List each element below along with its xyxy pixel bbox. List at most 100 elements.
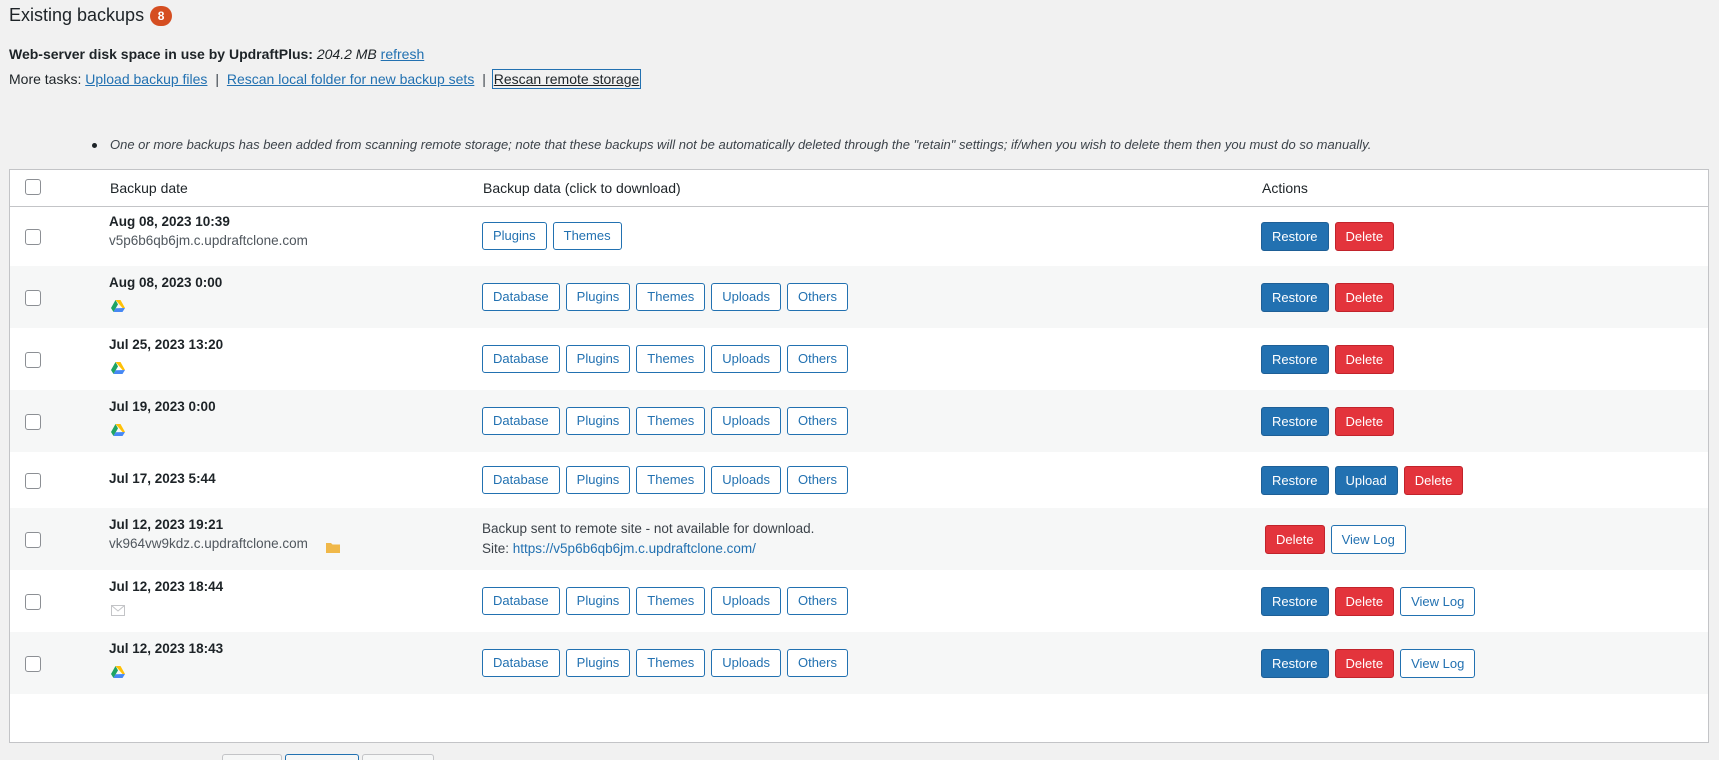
google-drive-icon <box>111 665 125 681</box>
rescan-local-folder-link[interactable]: Rescan local folder for new backup sets <box>227 71 474 87</box>
folder-icon <box>326 540 340 556</box>
download-database-button[interactable]: Database <box>482 407 560 435</box>
restore-button[interactable]: Restore <box>1261 345 1329 374</box>
download-others-button[interactable]: Others <box>786 407 848 435</box>
remote-backup-message: Backup sent to remote site - not availab… <box>482 519 814 559</box>
backup-data-buttons: Database Plugins Themes Uploads Others <box>482 649 848 677</box>
remote-site-line: Site: https://v5p6b6qb6jm.c.updraftclone… <box>482 539 814 559</box>
delete-button[interactable]: Delete <box>1334 587 1395 616</box>
view-log-button[interactable]: View Log <box>1400 587 1476 616</box>
download-database-button[interactable]: Database <box>482 466 560 494</box>
existing-backups-panel: Existing backups 8 Web-server disk space… <box>0 0 1719 760</box>
restore-button[interactable]: Restore <box>1261 466 1329 495</box>
download-themes-button[interactable]: Themes <box>552 222 622 250</box>
notice-text: One or more backups has been added from … <box>110 137 1372 152</box>
delete-button[interactable]: Delete <box>1334 649 1395 678</box>
email-icon <box>111 603 125 619</box>
row-select-checkbox[interactable] <box>25 532 41 548</box>
download-themes-button[interactable]: Themes <box>636 345 706 373</box>
restore-button[interactable]: Restore <box>1261 222 1329 251</box>
download-others-button[interactable]: Others <box>786 345 848 373</box>
backup-data-buttons: Database Plugins Themes Uploads Others <box>482 587 848 615</box>
rescan-remote-storage-link[interactable]: Rescan remote storage <box>491 69 642 89</box>
row-actions: Restore Upload Delete <box>1261 466 1464 495</box>
delete-button[interactable]: Delete <box>1334 222 1395 251</box>
download-database-button[interactable]: Database <box>482 345 560 373</box>
download-plugins-button[interactable]: Plugins <box>565 283 631 311</box>
pagination-button[interactable] <box>285 754 359 760</box>
download-plugins-button[interactable]: Plugins <box>565 345 631 373</box>
pagination-button[interactable] <box>362 754 434 760</box>
backup-date: Jul 12, 2023 19:21 <box>109 517 224 532</box>
download-uploads-button[interactable]: Uploads <box>711 407 781 435</box>
row-actions: Restore Delete View Log <box>1261 587 1476 616</box>
delete-button[interactable]: Delete <box>1265 525 1325 554</box>
download-database-button[interactable]: Database <box>482 283 560 311</box>
download-uploads-button[interactable]: Uploads <box>711 587 781 615</box>
column-backup-date: Backup date <box>110 180 188 196</box>
download-plugins-button[interactable]: Plugins <box>482 222 547 250</box>
separator: | <box>215 71 219 87</box>
download-plugins-button[interactable]: Plugins <box>565 587 631 615</box>
download-plugins-button[interactable]: Plugins <box>565 649 631 677</box>
download-uploads-button[interactable]: Uploads <box>711 466 781 494</box>
separator: | <box>482 71 486 87</box>
row-select-checkbox[interactable] <box>25 290 41 306</box>
row-actions: Restore Delete <box>1261 407 1395 436</box>
backup-date: Jul 19, 2023 0:00 <box>109 399 216 414</box>
download-uploads-button[interactable]: Uploads <box>711 649 781 677</box>
section-title: Existing backups <box>9 5 145 25</box>
restore-button[interactable]: Restore <box>1261 283 1329 312</box>
download-others-button[interactable]: Others <box>786 466 848 494</box>
backup-data-buttons: Database Plugins Themes Uploads Others <box>482 345 848 373</box>
select-all-checkbox[interactable] <box>25 179 41 195</box>
backup-date: Aug 08, 2023 0:00 <box>109 275 223 290</box>
table-row: Jul 25, 2023 13:20 Database Plugins Themes U… <box>10 328 1708 390</box>
pagination-button[interactable] <box>222 754 282 760</box>
refresh-link[interactable]: refresh <box>381 46 425 62</box>
download-themes-button[interactable]: Themes <box>636 466 706 494</box>
backup-date: Jul 12, 2023 18:43 <box>109 641 224 656</box>
download-others-button[interactable]: Others <box>786 587 848 615</box>
download-uploads-button[interactable]: Uploads <box>711 345 781 373</box>
delete-button[interactable]: Delete <box>1334 283 1395 312</box>
restore-button[interactable]: Restore <box>1261 407 1329 436</box>
download-others-button[interactable]: Others <box>786 649 848 677</box>
table-row: Jul 12, 2023 19:21 vk964vw9kdz.c.updraftc… <box>10 508 1708 570</box>
download-plugins-button[interactable]: Plugins <box>565 407 631 435</box>
google-drive-icon <box>111 423 125 439</box>
row-actions: Restore Delete <box>1261 283 1395 312</box>
more-tasks-line: More tasks: Upload backup files | Rescan… <box>9 69 642 89</box>
bullet-icon <box>92 143 97 148</box>
row-select-checkbox[interactable] <box>25 594 41 610</box>
row-select-checkbox[interactable] <box>25 229 41 245</box>
download-themes-button[interactable]: Themes <box>636 587 706 615</box>
download-plugins-button[interactable]: Plugins <box>565 466 631 494</box>
download-themes-button[interactable]: Themes <box>636 649 706 677</box>
download-database-button[interactable]: Database <box>482 649 560 677</box>
backups-table: Backup date Backup data (click to downlo… <box>9 169 1709 743</box>
delete-button[interactable]: Delete <box>1403 466 1464 495</box>
download-database-button[interactable]: Database <box>482 587 560 615</box>
download-uploads-button[interactable]: Uploads <box>711 283 781 311</box>
row-select-checkbox[interactable] <box>25 414 41 430</box>
delete-button[interactable]: Delete <box>1334 407 1395 436</box>
row-select-checkbox[interactable] <box>25 352 41 368</box>
row-select-checkbox[interactable] <box>25 473 41 489</box>
download-themes-button[interactable]: Themes <box>636 407 706 435</box>
upload-button[interactable]: Upload <box>1334 466 1398 495</box>
row-select-checkbox[interactable] <box>25 656 41 672</box>
view-log-button[interactable]: View Log <box>1400 649 1476 678</box>
download-themes-button[interactable]: Themes <box>636 283 706 311</box>
table-header: Backup date Backup data (click to downlo… <box>10 170 1708 207</box>
restore-button[interactable]: Restore <box>1261 649 1329 678</box>
disk-usage-label: Web-server disk space in use by UpdraftP… <box>9 46 313 62</box>
delete-button[interactable]: Delete <box>1334 345 1395 374</box>
table-row: Aug 08, 2023 10:39 v5p6b6qb6jm.c.updraftc… <box>10 206 1708 266</box>
view-log-button[interactable]: View Log <box>1330 525 1406 554</box>
remote-site-link[interactable]: https://v5p6b6qb6jm.c.updraftclone.com/ <box>513 541 756 556</box>
upload-backup-files-link[interactable]: Upload backup files <box>85 71 207 87</box>
download-others-button[interactable]: Others <box>786 283 848 311</box>
restore-button[interactable]: Restore <box>1261 587 1329 616</box>
remote-message-text: Backup sent to remote site - not availab… <box>482 521 815 536</box>
